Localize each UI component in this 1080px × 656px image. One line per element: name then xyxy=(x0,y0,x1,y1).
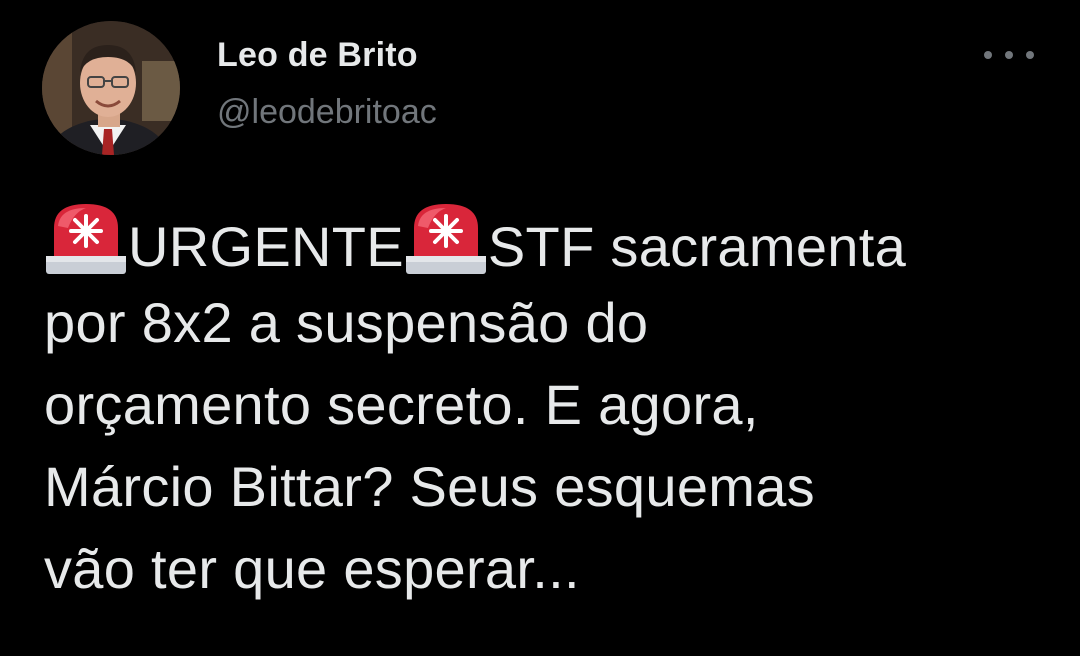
tweet-line-5: vão ter que esperar... xyxy=(44,537,580,600)
avatar[interactable] xyxy=(42,21,180,155)
tweet-line-3: orçamento secreto. E agora, xyxy=(44,373,759,436)
more-dot xyxy=(1026,51,1034,59)
urgent-label: URGENTE xyxy=(128,215,404,278)
author-display-name[interactable]: Leo de Brito xyxy=(217,36,418,75)
tweet-line-2: por 8x2 a suspensão do xyxy=(44,291,649,354)
tweet-line-4: Márcio Bittar? Seus esquemas xyxy=(44,455,815,518)
more-horizontal-icon[interactable] xyxy=(984,38,1034,72)
headline-text: STF sacramenta xyxy=(487,215,907,278)
author-handle[interactable]: @leodebritoac xyxy=(217,93,437,132)
more-dot xyxy=(984,51,992,59)
tweet-line-1: URGENTE STF sacramenta xyxy=(44,200,1064,282)
police-car-light-icon xyxy=(404,200,488,278)
police-car-light-icon xyxy=(44,200,128,278)
more-dot xyxy=(1005,51,1013,59)
tweet-text: URGENTE STF sacramenta por 8x2 a suspens… xyxy=(44,200,1064,610)
avatar-photo xyxy=(42,21,180,155)
tweet-card: Leo de Brito @leodebritoac URGENTE STF s… xyxy=(0,0,1080,656)
